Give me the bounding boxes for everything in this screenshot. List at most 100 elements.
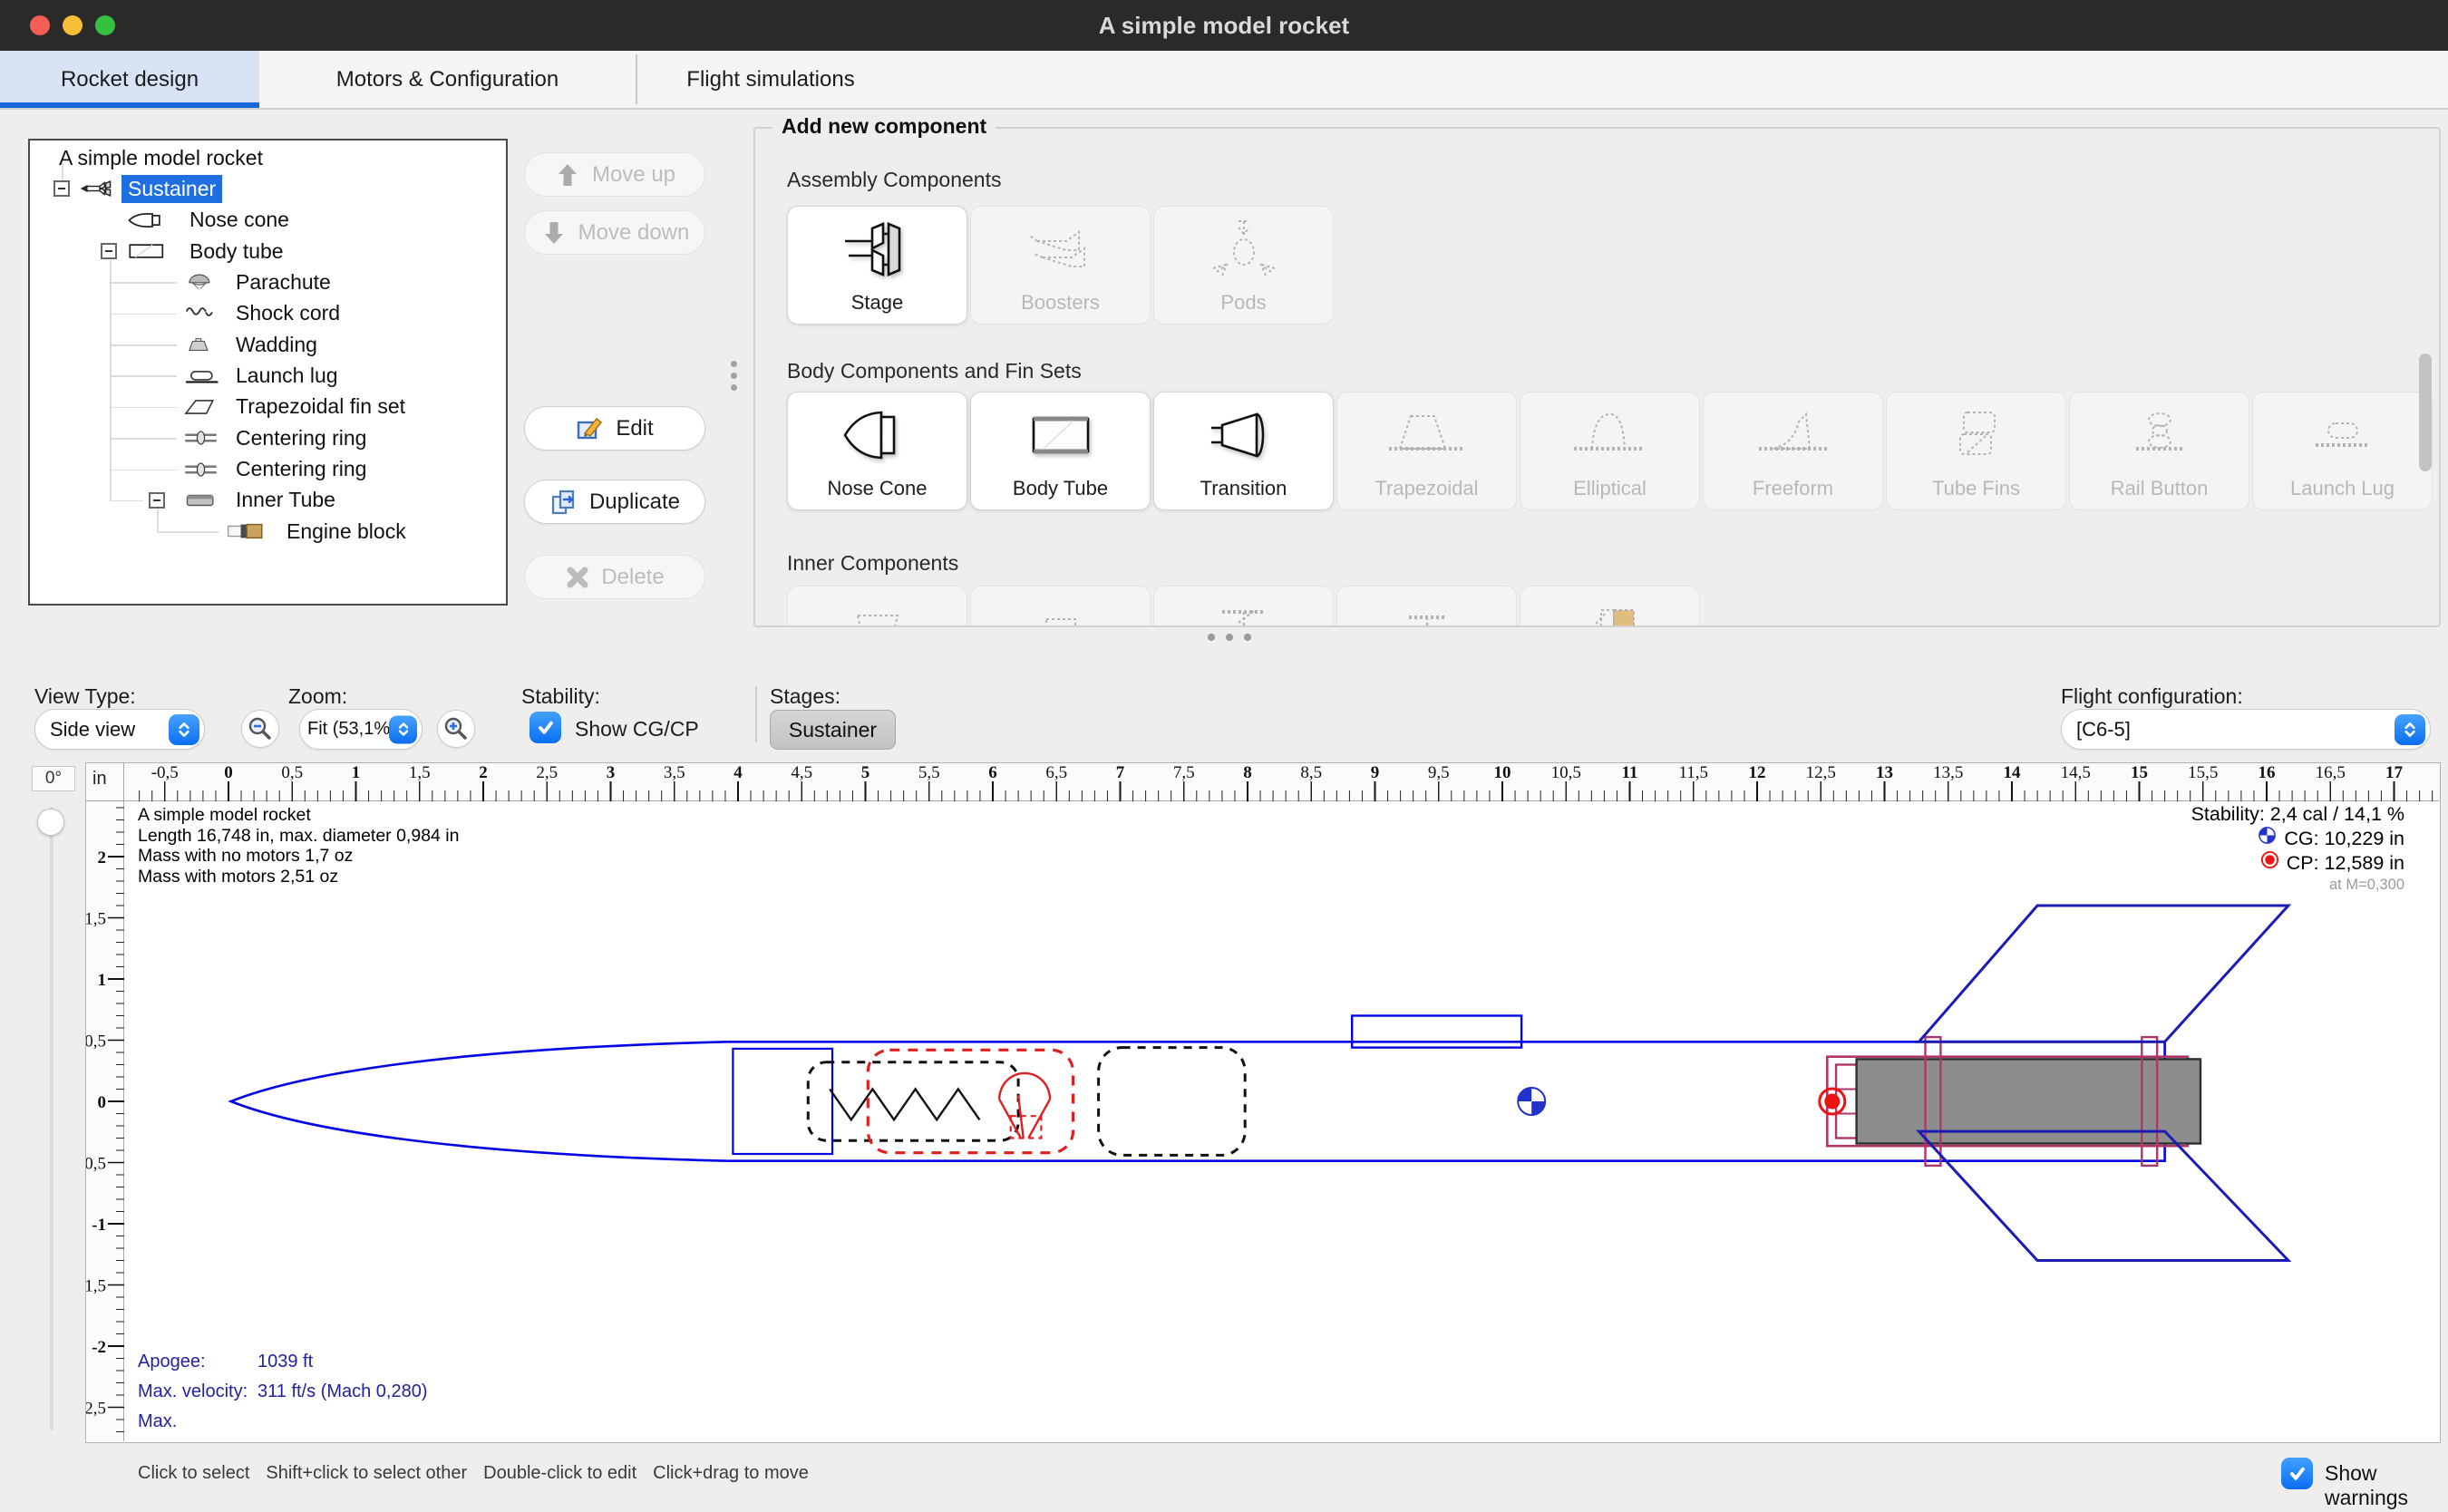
flight-summary: Apogee:1039 ftMax. velocity:311 ft/s (Ma… [138, 1347, 428, 1441]
tile-label: Nose Cone [788, 477, 967, 500]
component-tile-nose-cone[interactable]: Nose Cone [787, 392, 967, 510]
tab-motors-configuration[interactable]: Motors & Configuration [259, 51, 636, 108]
tree-item-body-tube[interactable]: Body tube [30, 236, 506, 267]
engineblock2-icon [1520, 596, 1699, 627]
flight-stat-label: Max. acceleration: [138, 1407, 257, 1441]
tile-label: Stage [788, 291, 967, 315]
component-tile-bulkhead [1153, 586, 1334, 627]
ellipfin-icon [1520, 402, 1699, 469]
panel-scrollbar[interactable] [2419, 354, 2432, 471]
tab-flight-simulations[interactable]: Flight simulations [636, 51, 906, 108]
wadding-icon [182, 331, 230, 358]
tree-item-parachute[interactable]: Parachute [30, 267, 506, 297]
stage2-icon [788, 216, 967, 283]
view-type-select[interactable]: Side view [34, 709, 205, 750]
svg-text:3: 3 [607, 763, 616, 782]
zoom-level-select[interactable]: Fit (53,1%) [299, 709, 423, 750]
tree-expander[interactable] [53, 180, 70, 197]
delete-button[interactable]: Delete [524, 555, 705, 599]
chevron-updown-icon [169, 714, 199, 745]
tree-expander[interactable] [149, 492, 165, 509]
tile-label: Body Tube [971, 477, 1150, 500]
tree-item-label: Engine block [287, 519, 406, 544]
tree-item-label: Launch lug [236, 363, 338, 388]
tile-label: Trapezoidal [1337, 477, 1516, 500]
horizontal-ruler: -0,500,511,522,533,544,555,566,577,588,5… [124, 763, 2439, 801]
component-tree[interactable]: A simple model rocketSustainerNose coneB… [28, 139, 508, 606]
app-window: A simple model rocket Rocket design Moto… [0, 0, 2448, 1512]
stages-label: Stages: [770, 684, 840, 709]
smalltube-icon [971, 596, 1150, 627]
group-label: Body Components and Fin Sets [787, 359, 1082, 383]
tile-label: Rail Button [2070, 477, 2249, 500]
centerring2-icon [1337, 596, 1516, 627]
launchlug-icon [182, 362, 230, 389]
tubefins-icon [1887, 402, 2065, 469]
panel-resize-handle[interactable] [1208, 634, 1251, 641]
tree-item-a-simple-model-rocket[interactable]: A simple model rocket [30, 142, 506, 173]
show-cgcp-label: Show CG/CP [575, 717, 699, 741]
tree-item-nose-cone[interactable]: Nose cone [30, 205, 506, 236]
component-tile-pods: Pods [1153, 206, 1334, 325]
freeform-icon [1704, 402, 1882, 469]
tree-item-sustainer[interactable]: Sustainer [30, 173, 506, 204]
button-label: Delete [601, 565, 664, 590]
zoom-in-button[interactable] [437, 710, 475, 748]
component-tile-freeform: Freeform [1703, 392, 1883, 510]
tree-item-wadding[interactable]: Wadding [30, 329, 506, 360]
svg-text:2,5: 2,5 [536, 763, 558, 782]
svg-text:4,5: 4,5 [791, 763, 812, 782]
trapfin-icon [182, 393, 230, 421]
rotation-slider-knob[interactable] [37, 809, 64, 836]
tree-item-engine-block[interactable]: Engine block [30, 516, 506, 547]
window-title: A simple model rocket [0, 0, 2448, 51]
group-label: Assembly Components [787, 168, 1002, 192]
tree-item-inner-tube[interactable]: Inner Tube [30, 485, 506, 516]
divider [755, 686, 757, 742]
panel-splitter-handle[interactable] [731, 355, 737, 396]
svg-text:15: 15 [2131, 763, 2148, 782]
flight-stat-label: Max. velocity: [138, 1377, 257, 1407]
tab-label: Rocket design [61, 67, 199, 92]
zoom-out-button[interactable] [241, 710, 279, 748]
duplicate-button[interactable]: Duplicate [524, 480, 705, 524]
tree-item-launch-lug[interactable]: Launch lug [30, 360, 506, 391]
component-tile-stage[interactable]: Stage [787, 206, 967, 325]
tab-bar: Rocket design Motors & Configuration Fli… [0, 51, 2448, 110]
svg-text:-0,5: -0,5 [86, 1155, 106, 1174]
svg-text:17: 17 [2385, 763, 2404, 782]
flight-config-select[interactable]: [C6-5] [2061, 709, 2431, 750]
move-down-button[interactable]: Move down [524, 210, 705, 255]
transition-icon [1154, 402, 1333, 469]
nosecone-icon [126, 207, 184, 234]
tab-rocket-design[interactable]: Rocket design [0, 51, 259, 108]
flight-stat-value: 311 ft/s (Mach 0,280) [257, 1381, 428, 1401]
railbutton-icon [2070, 402, 2249, 469]
tree-item-centering-ring[interactable]: Centering ring [30, 422, 506, 453]
svg-text:3,5: 3,5 [664, 763, 685, 782]
edit-button[interactable]: Edit [524, 406, 705, 451]
show-warnings-checkbox[interactable] [2281, 1458, 2313, 1489]
svg-text:7,5: 7,5 [1173, 763, 1195, 782]
tree-item-shock-cord[interactable]: Shock cord [30, 298, 506, 329]
rocket-canvas[interactable]: A simple model rocket Length 16,748 in, … [124, 801, 2439, 1441]
svg-text:-2,5: -2,5 [86, 1400, 106, 1419]
stage-toggle-sustainer[interactable]: Sustainer [770, 710, 896, 750]
tree-item-centering-ring[interactable]: Centering ring [30, 454, 506, 485]
tree-expander[interactable] [101, 243, 117, 259]
cp-value: CP: 12,589 in [2287, 851, 2404, 875]
view-type-value: Side view [50, 718, 135, 741]
cp-icon [2260, 850, 2279, 875]
svg-text:2: 2 [98, 848, 107, 867]
tile-label: Boosters [971, 291, 1150, 315]
vertical-ruler: -2,5-2-1,5-1-0,500,511,52 [86, 801, 124, 1441]
move-up-button[interactable]: Move up [524, 152, 705, 197]
stage-toggle-label: Sustainer [789, 718, 877, 742]
component-tile-transition[interactable]: Transition [1153, 392, 1334, 510]
show-cgcp-checkbox[interactable] [529, 712, 561, 743]
tree-item-trapezoidal-fin-set[interactable]: Trapezoidal fin set [30, 392, 506, 422]
component-tile-elliptical: Elliptical [1520, 392, 1700, 510]
component-tile-body-tube[interactable]: Body Tube [970, 392, 1151, 510]
component-tile-centerring2 [1336, 586, 1517, 627]
parachute-icon [182, 268, 230, 296]
